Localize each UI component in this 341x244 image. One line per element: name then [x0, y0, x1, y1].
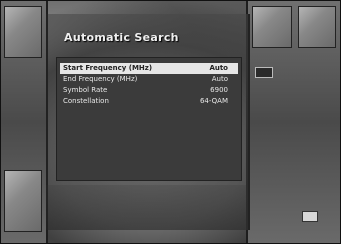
- menu-item-start-frequency[interactable]: Start Frequency (MHz) Auto: [60, 63, 238, 74]
- right-image-strip: [246, 0, 298, 244]
- menu-item-constellation[interactable]: Constellation 64-QAM: [60, 96, 238, 107]
- right-image-strip-outer: [294, 0, 341, 244]
- settings-list: Start Frequency (MHz) Auto End Frequency…: [56, 57, 242, 181]
- menu-item-end-frequency[interactable]: End Frequency (MHz) Auto: [60, 74, 238, 85]
- menu-item-label: Symbol Rate: [63, 86, 108, 94]
- menu-item-value: 6900: [210, 86, 228, 94]
- strip-thumbnail: [4, 170, 42, 232]
- menu-item-symbol-rate[interactable]: Symbol Rate 6900: [60, 85, 238, 96]
- menu-item-value: 64-QAM: [199, 97, 228, 105]
- left-image-strip: [0, 0, 48, 244]
- strip-thumbnail: [298, 6, 336, 48]
- remote-key-icon: [302, 211, 318, 222]
- menu-item-value: Auto: [211, 75, 228, 83]
- panel-footer: [46, 185, 246, 230]
- menu-item-label: Start Frequency (MHz): [63, 64, 153, 72]
- tv-screen: Automatic Search Start Frequency (MHz) A…: [0, 0, 341, 244]
- page-title: Automatic Search: [64, 31, 179, 44]
- strip-thumbnail: [252, 6, 292, 48]
- menu-item-label: End Frequency (MHz): [63, 75, 138, 83]
- menu-item-value: Auto: [209, 64, 228, 72]
- side-indicator-icon: [255, 67, 273, 78]
- strip-thumbnail: [4, 6, 42, 58]
- menu-item-label: Constellation: [63, 97, 109, 105]
